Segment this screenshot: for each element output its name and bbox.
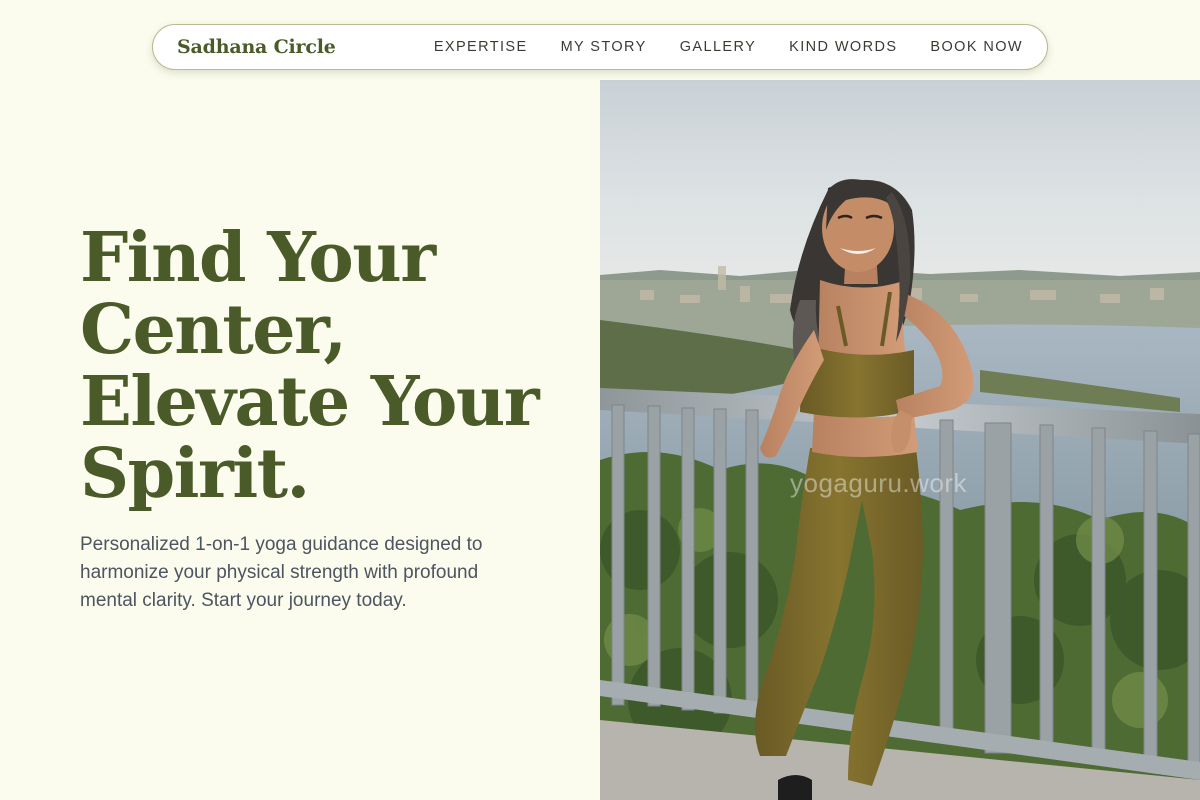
nav-link-kind-words[interactable]: KIND WORDS: [789, 39, 897, 55]
nav-links: EXPERTISE MY STORY GALLERY KIND WORDS BO…: [434, 38, 1023, 56]
nav-link-book-now[interactable]: BOOK NOW: [930, 39, 1023, 55]
nav-link-gallery[interactable]: GALLERY: [680, 39, 756, 55]
nav-link-my-story[interactable]: MY STORY: [561, 39, 647, 55]
hero-title-line: Elevate Your: [80, 362, 540, 442]
hero-title: Find Your Center, Elevate Your Spirit.: [80, 222, 580, 510]
hero-subtitle: Personalized 1-on-1 yoga guidance design…: [80, 534, 483, 611]
hero-title-line: Find Your: [80, 218, 436, 298]
page: Sadhana Circle EXPERTISE MY STORY GALLER…: [0, 0, 1200, 800]
hero-title-line: Spirit.: [80, 434, 310, 514]
hero-title-line: Center,: [80, 290, 347, 370]
top-navigation: Sadhana Circle EXPERTISE MY STORY GALLER…: [152, 24, 1048, 70]
brand-logo[interactable]: Sadhana Circle: [177, 36, 336, 58]
hero-photo-illustration: [600, 80, 1200, 800]
image-watermark: yogaguru.work: [790, 468, 968, 498]
hero-photo: yogaguru.work: [600, 80, 1200, 800]
nav-link-expertise[interactable]: EXPERTISE: [434, 39, 528, 55]
